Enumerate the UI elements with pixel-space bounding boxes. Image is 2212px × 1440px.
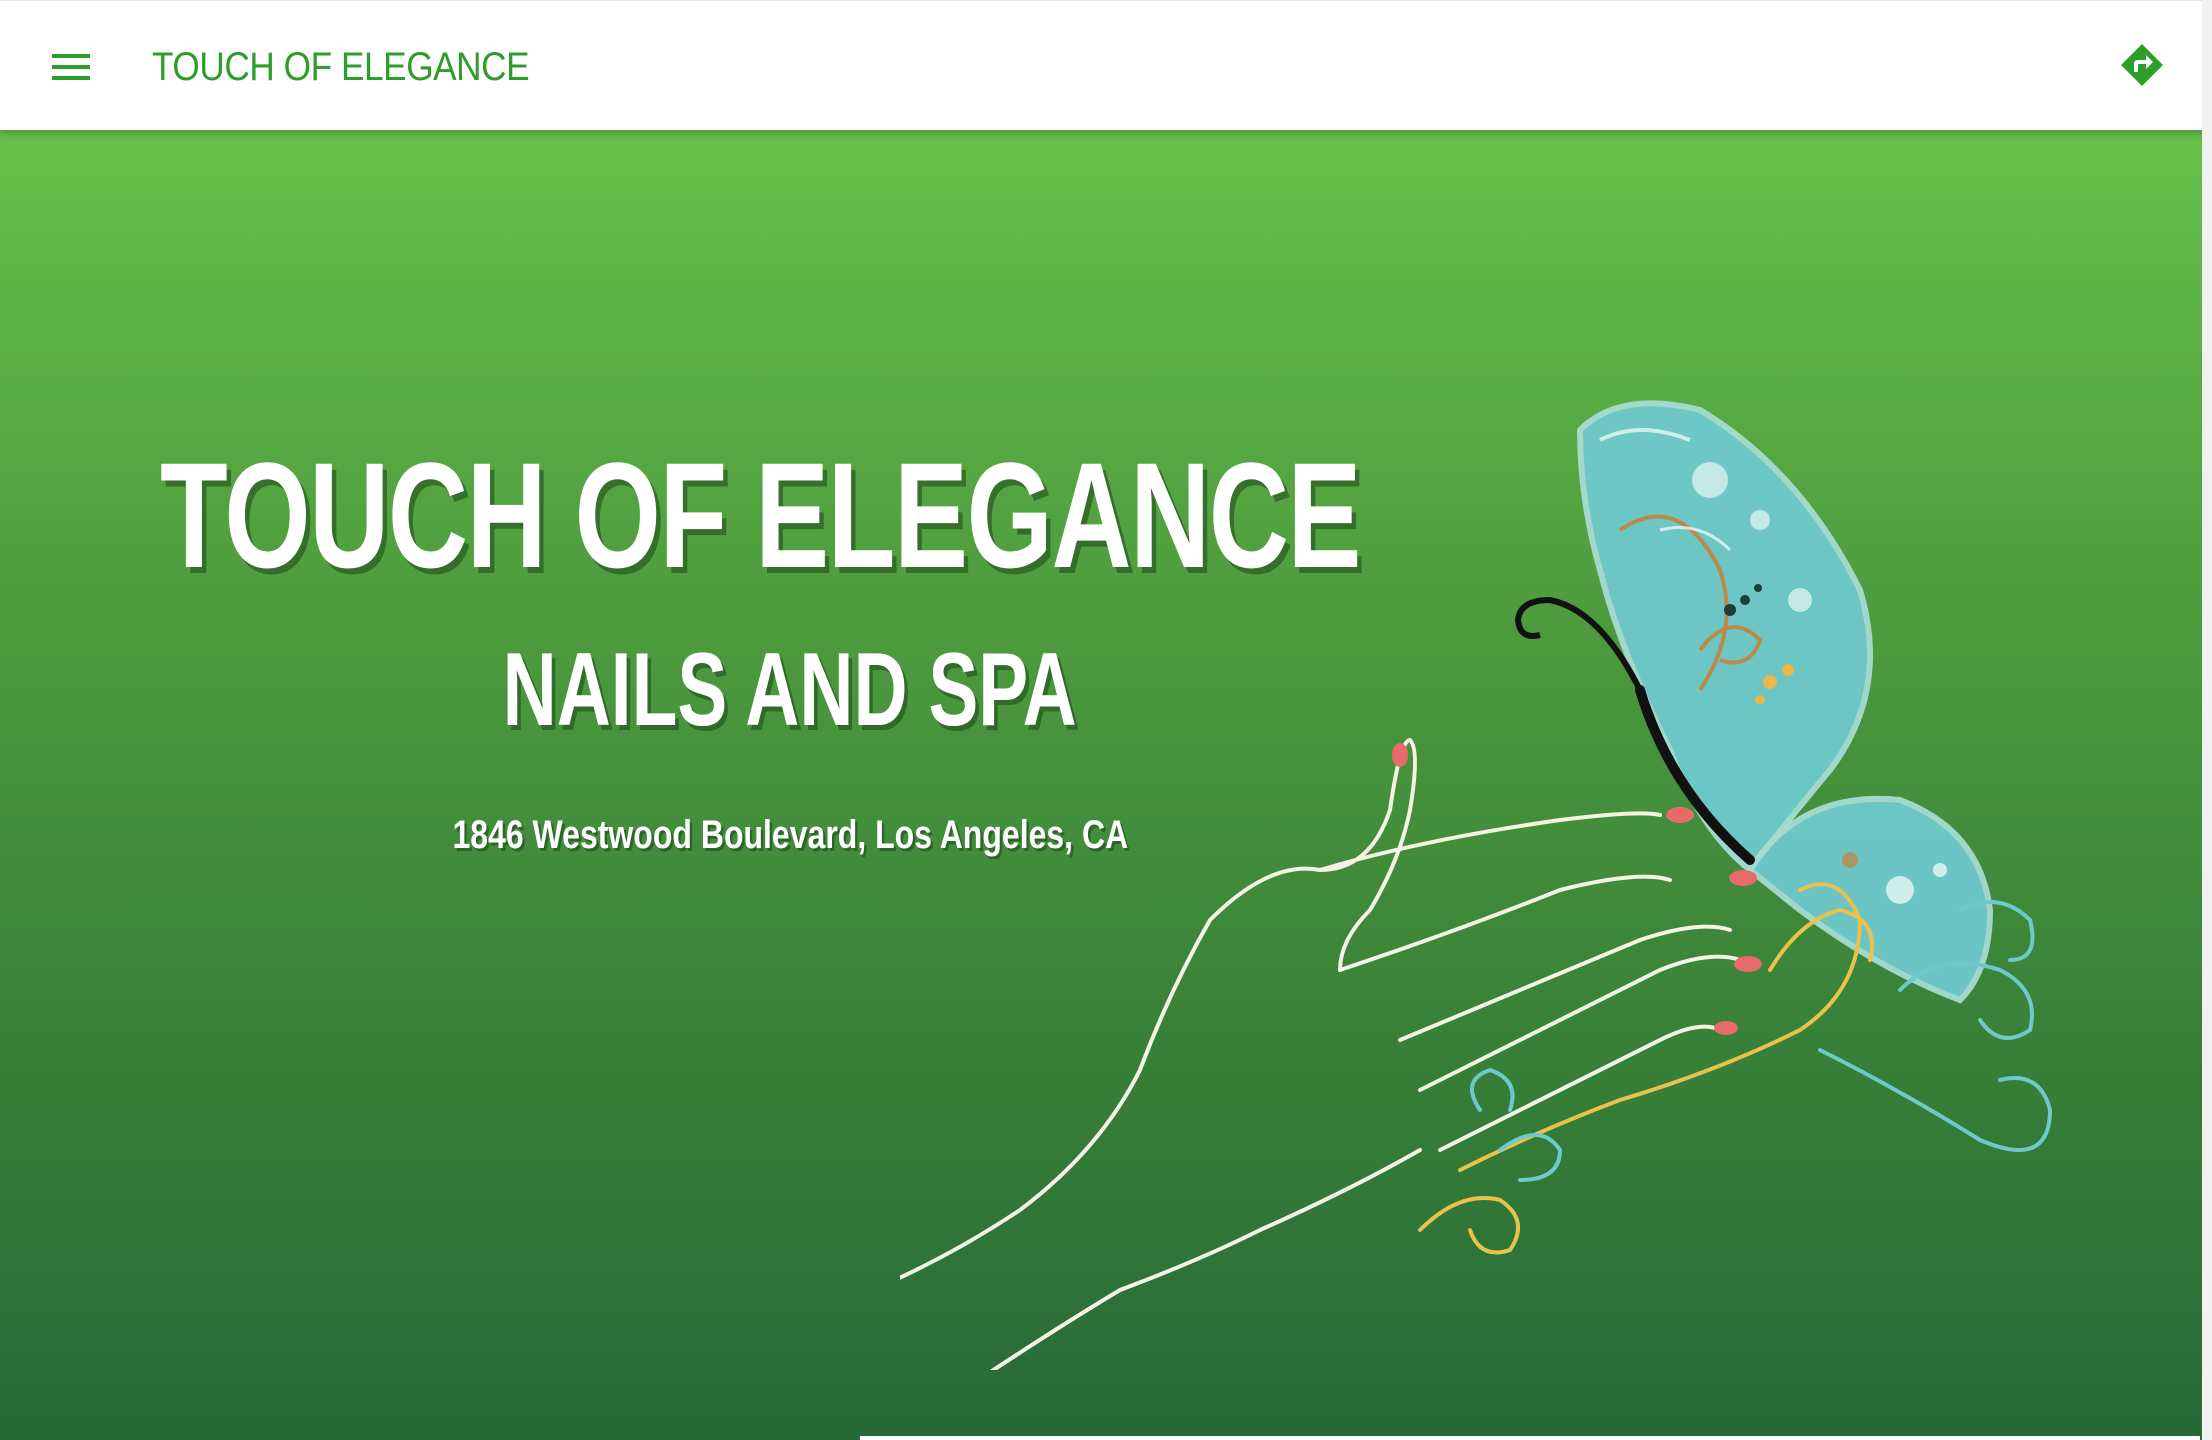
menu-button[interactable]: [40, 35, 104, 99]
directions-icon: [2121, 44, 2163, 86]
hero-banner: TOUCH OF ELEGANCE NAILS AND SPA 1846 Wes…: [0, 130, 2212, 1440]
bottom-edge: [860, 1436, 2200, 1440]
directions-button[interactable]: [2110, 33, 2174, 97]
hand-illustration: [900, 737, 1742, 1370]
menu-icon: [52, 54, 90, 80]
scrollbar[interactable]: [2202, 0, 2212, 1440]
butterfly-on-hand-illustration: [900, 400, 2053, 1370]
butterfly-icon: [1514, 400, 1994, 1004]
brand-title[interactable]: TOUCH OF ELEGANCE: [152, 39, 530, 95]
app-bar: TOUCH OF ELEGANCE: [0, 0, 2212, 130]
